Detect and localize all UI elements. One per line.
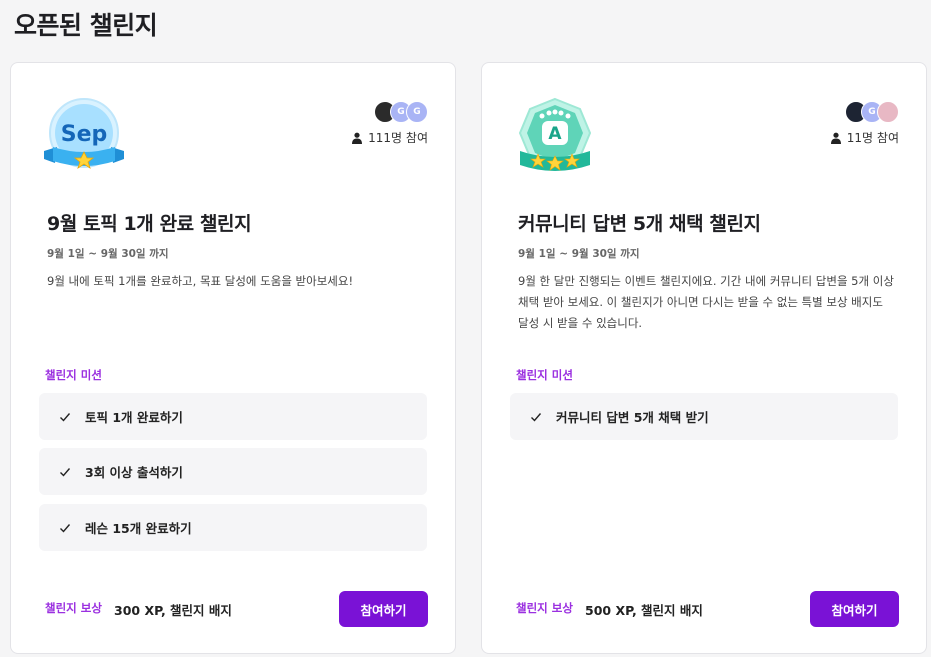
avatar	[877, 101, 899, 123]
mission-item: 레슨 15개 완료하기	[39, 504, 427, 551]
reward-value: 500 XP, 챌린지 배지	[585, 603, 703, 618]
mission-text: 토픽 1개 완료하기	[85, 410, 183, 425]
join-button[interactable]: 참여하기	[810, 591, 899, 627]
mission-text: 커뮤니티 답변 5개 채택 받기	[556, 410, 709, 425]
reward-label: 챌린지 보상	[516, 601, 573, 615]
mission-text: 레슨 15개 완료하기	[85, 521, 192, 536]
check-icon	[60, 523, 71, 533]
challenge-description: 9월 한 달만 진행되는 이벤트 챌린지에요. 기간 내에 커뮤니티 답변을 5…	[518, 274, 894, 330]
avatar: G	[406, 101, 428, 123]
check-icon	[60, 467, 71, 477]
badge-text: Sep	[61, 122, 108, 147]
participant-avatars: G G	[374, 101, 428, 123]
challenge-description: 9월 내에 토픽 1개를 완료하고, 목표 달성에 도움을 받아보세요!	[47, 274, 354, 288]
participant-count-text: 11명 참여	[846, 131, 899, 145]
mission-text: 3회 이상 출석하기	[85, 465, 183, 480]
challenge-date: 9월 1일 ~ 9월 30일 까지	[47, 248, 169, 260]
check-icon	[60, 412, 71, 422]
sep-badge-icon: Sep	[44, 98, 124, 169]
participant-count-text: 111명 참여	[368, 131, 428, 145]
participant-count: 111명 참여	[351, 129, 428, 146]
person-icon	[352, 132, 363, 144]
challenge-date: 9월 1일 ~ 9월 30일 까지	[518, 248, 640, 260]
mission-label: 챌린지 미션	[516, 368, 573, 382]
challenge-title: 커뮤니티 답변 5개 채택 챌린지	[518, 213, 761, 235]
challenge-title: 9월 토픽 1개 완료 챌린지	[47, 213, 252, 235]
reward-value: 300 XP, 챌린지 배지	[114, 603, 232, 618]
join-button[interactable]: 참여하기	[339, 591, 428, 627]
reward-label: 챌린지 보상	[45, 601, 102, 615]
challenge-card-community: A G 11명 참여 커뮤니티 답변 5개 채택 챌린지 9월 1일 ~ 9월 …	[481, 62, 927, 654]
person-icon	[830, 132, 841, 144]
mission-item: 커뮤니티 답변 5개 채택 받기	[510, 393, 898, 440]
check-icon	[531, 412, 542, 422]
community-badge-icon: A	[518, 97, 592, 171]
participant-count: 11명 참여	[830, 129, 899, 146]
participant-avatars: G	[845, 101, 899, 123]
mission-label: 챌린지 미션	[45, 368, 102, 382]
mission-item: 3회 이상 출석하기	[39, 448, 427, 495]
challenge-card-sep: Sep G G 111명 참여 9월 토픽 1개 완료 챌린지 9월 1일 ~ …	[10, 62, 456, 654]
page-title: 오픈된 챌린지	[14, 11, 158, 40]
badge-text: A	[548, 124, 562, 144]
mission-item: 토픽 1개 완료하기	[39, 393, 427, 440]
